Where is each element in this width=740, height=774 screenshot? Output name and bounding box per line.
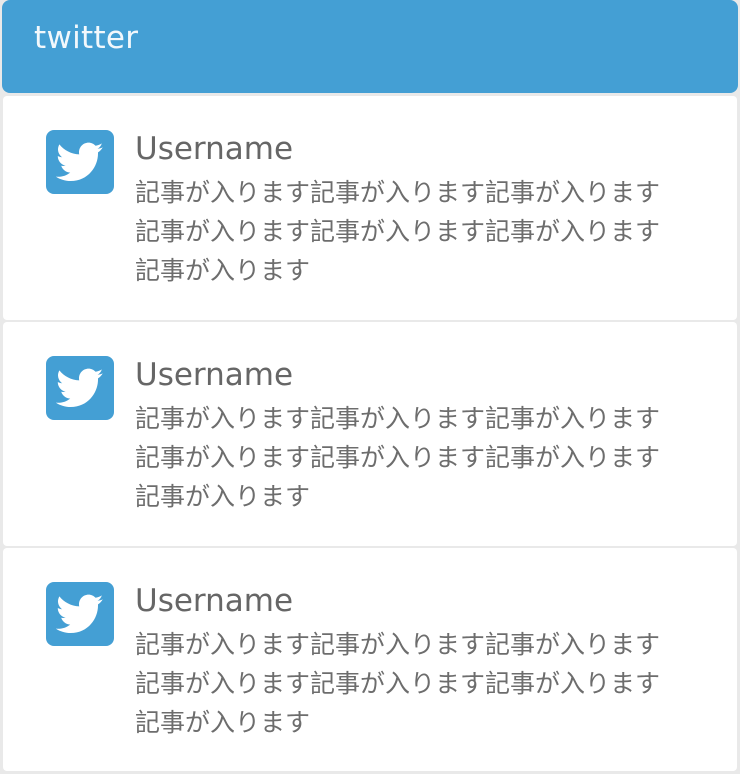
tweet-line: 記事が入ります記事が入ります記事が入ります [135, 404, 661, 433]
twitter-bird-icon[interactable] [46, 130, 114, 194]
twitter-widget: twitter Username 記事が入ります記事が入ります記事が入ります 記… [0, 0, 740, 774]
twitter-bird-icon[interactable] [46, 356, 114, 420]
twitter-bird-icon[interactable] [46, 582, 114, 646]
widget-title: twitter [34, 20, 139, 56]
tweet-line: 記事が入ります記事が入ります記事が入ります [135, 443, 661, 472]
tweet-line: 記事が入ります記事が入ります記事が入ります [135, 630, 661, 659]
tweet-line: 記事が入ります [135, 256, 311, 285]
tweet-line: 記事が入ります記事が入ります記事が入ります [135, 669, 661, 698]
tweet-username[interactable]: Username [135, 581, 293, 621]
tweet-body: 記事が入ります記事が入ります記事が入ります 記事が入ります記事が入ります記事が入… [135, 399, 715, 516]
tweet-card[interactable]: Username 記事が入ります記事が入ります記事が入ります 記事が入ります記事… [3, 96, 737, 320]
tweet-body: 記事が入ります記事が入ります記事が入ります 記事が入ります記事が入ります記事が入… [135, 625, 715, 742]
tweet-line: 記事が入ります記事が入ります記事が入ります [135, 217, 661, 246]
tweet-line: 記事が入ります [135, 482, 311, 511]
tweet-username[interactable]: Username [135, 129, 293, 169]
tweet-line: 記事が入ります記事が入ります記事が入ります [135, 178, 661, 207]
tweet-card[interactable]: Username 記事が入ります記事が入ります記事が入ります 記事が入ります記事… [3, 548, 737, 771]
tweet-username[interactable]: Username [135, 355, 293, 395]
tweet-body: 記事が入ります記事が入ります記事が入ります 記事が入ります記事が入ります記事が入… [135, 173, 715, 290]
tweet-line: 記事が入ります [135, 708, 311, 737]
tweet-card[interactable]: Username 記事が入ります記事が入ります記事が入ります 記事が入ります記事… [3, 322, 737, 546]
widget-header: twitter [2, 0, 738, 93]
